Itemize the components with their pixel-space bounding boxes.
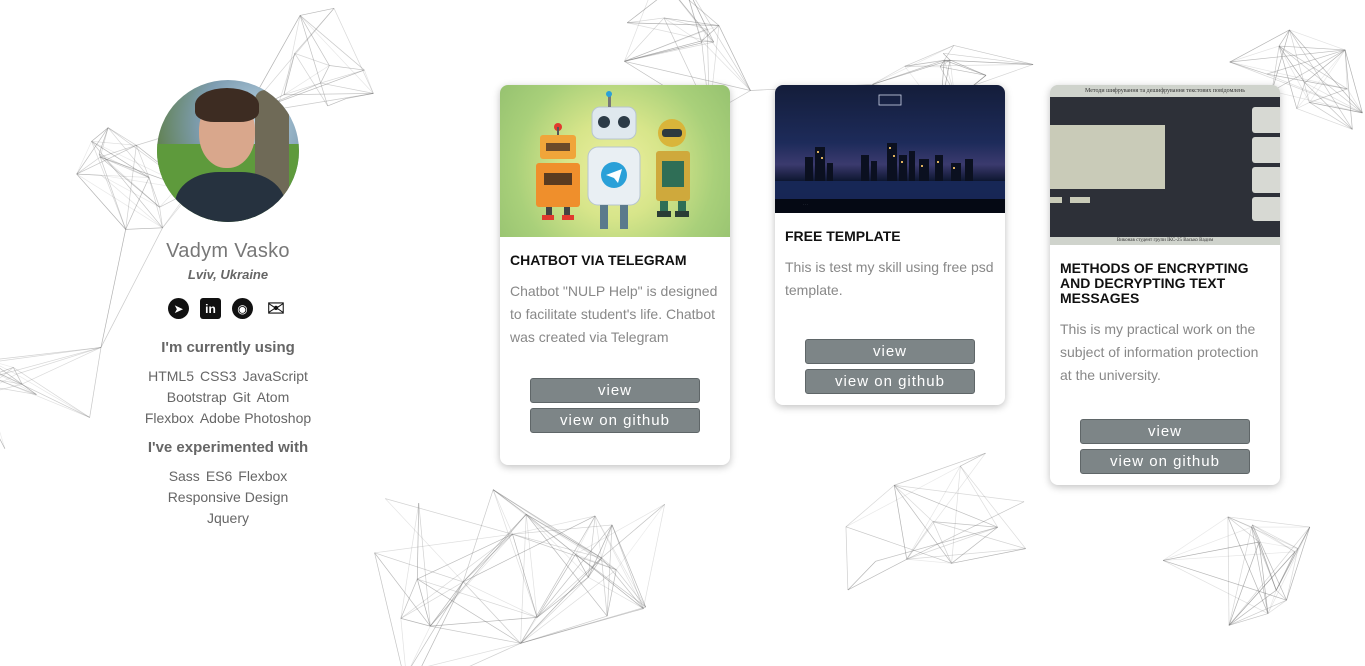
email-icon[interactable]: ✉ [264,296,288,321]
skill-item: Flexbox [238,468,288,484]
view-on-github-button[interactable]: view on github [1080,449,1250,474]
skill-item: ES6 [205,468,233,484]
card-description: This is test my skill using free psd tem… [785,259,994,298]
telegram-icon[interactable]: ➤ [168,298,189,319]
skill-item: Atom [256,389,290,405]
view-on-github-button[interactable]: view on github [805,369,975,394]
thumb-header-text: Методи шифрування та дешифрування тексто… [1050,85,1280,97]
project-card-encryption: Методи шифрування та дешифрування тексто… [1050,85,1280,485]
view-button[interactable]: view [530,378,700,403]
city-skyline-illustration: · · · [775,94,1005,213]
project-card-chatbot: CHATBOT VIA TELEGRAM Chatbot "NULP Help"… [500,85,730,465]
skill-item: HTML5 [148,368,194,384]
view-on-github-button[interactable]: view on github [530,408,700,433]
github-icon[interactable]: ◉ [232,298,253,319]
card-title: METHODS OF ENCRYPTING AND DECRYPTING TEX… [1060,260,1249,306]
skill-item: Responsive Design [167,489,289,505]
project-card-free-template: · · · FREE TEMPLATE This is test my skil… [775,85,1005,405]
skill-item: Flexbox [144,410,194,426]
skill-item: Jquery [206,510,250,526]
linkedin-icon[interactable]: in [200,298,221,319]
card-description: Chatbot "NULP Help" is designed to facil… [510,283,718,345]
skill-item: Adobe Photoshop [199,410,312,426]
skill-item: Sass [168,468,200,484]
card-title: CHATBOT VIA TELEGRAM [510,252,687,268]
thumb-footer-text: Виконав студент групи ІКС-25 Васько Вади… [1050,237,1280,245]
encryption-thumbnail: Методи шифрування та дешифрування тексто… [1050,85,1280,245]
experimented-skills-list: Sass ES6 Flexbox Responsive Design Jquery [128,466,328,529]
skill-item: Bootstrap [166,389,227,405]
robots-illustration [536,91,690,229]
skill-item: CSS3 [199,368,237,384]
experimented-title: I've experimented with [147,439,309,456]
view-button[interactable]: view [805,339,975,364]
skill-item: JavaScript [242,368,308,384]
profile-name: Vadym Vasko [166,240,290,262]
avatar [157,80,299,222]
profile-panel: Vadym Vasko Lviv, Ukraine ➤ in ◉ ✉ I'm c… [128,80,328,529]
template-nav-text: · · · [803,202,808,206]
skill-item: Git [232,389,251,405]
free-template-thumbnail: · · · [775,85,1005,213]
card-title: FREE TEMPLATE [785,228,901,244]
social-links: ➤ in ◉ ✉ [128,296,328,321]
card-description: This is my practical work on the subject… [1060,321,1259,383]
chatbot-thumbnail [500,85,730,237]
profile-location: Lviv, Ukraine [187,267,269,282]
view-button[interactable]: view [1080,419,1250,444]
using-skills-list: HTML5 CSS3 JavaScript Bootstrap Git Atom Fle… [128,366,328,429]
using-title: I'm currently using [161,339,295,356]
